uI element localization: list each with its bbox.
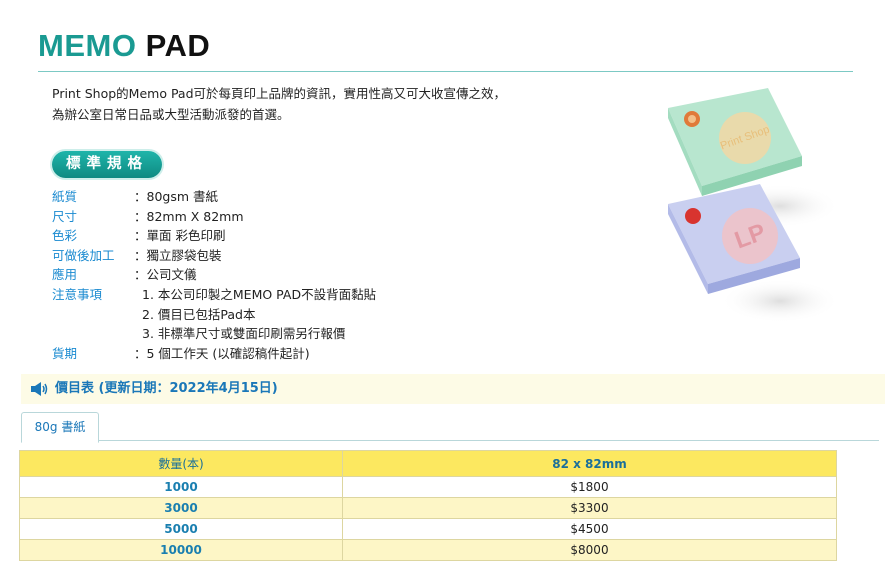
quantity-cell: 5000 <box>19 518 343 540</box>
spec-badge: 標準規格 <box>52 151 162 178</box>
spec-value: 3. 非標準尺寸或雙面印刷需另行報價 <box>142 326 346 342</box>
spec-value: ：單面 彩色印刷 <box>134 228 226 244</box>
spec-value: ：82mm X 82mm <box>134 208 244 224</box>
header-size: 82 x 82mm <box>342 450 837 477</box>
intro-line-1: Print Shop的Memo Pad可於每頁印上品牌的資訊，實用性高又可大收宣… <box>52 86 507 101</box>
quantity-cell: 1000 <box>19 476 343 498</box>
spec-label: 尺寸 <box>52 208 78 224</box>
price-cell: $4500 <box>342 518 837 540</box>
quantity-cell: 10000 <box>19 539 343 561</box>
spec-label: 貨期 <box>52 345 78 361</box>
spec-value: ：80gsm 書紙 <box>134 189 219 204</box>
spec-value: 2. 價目已包括Pad本 <box>142 306 256 322</box>
title-divider <box>38 71 853 72</box>
spec-row-usage: 應用 ：公司文儀 <box>52 265 376 285</box>
spec-row-notes-2: 2. 價目已包括Pad本 <box>52 305 376 325</box>
spec-value: ：獨立膠袋包裝 <box>134 247 222 263</box>
price-list-title: 價目表 (更新日期：2022年4月15日) <box>55 381 278 396</box>
table-row: 5000 $4500 <box>19 518 837 540</box>
price-cell: $1800 <box>342 476 837 498</box>
spec-row-leadtime: 貨期 ：5 個工作天 (以確認稿件起計) <box>52 344 376 364</box>
spec-value: ：5 個工作天 (以確認稿件起計) <box>134 345 310 361</box>
spec-label: 色彩 <box>52 228 78 244</box>
spec-label: 應用 <box>52 267 78 283</box>
spec-value: ：公司文儀 <box>134 267 197 283</box>
price-cell: $8000 <box>342 539 837 561</box>
spec-label: 注意事項 <box>52 286 103 302</box>
page-title-memo: MEMO <box>38 28 137 63</box>
spec-label: 可做後加工 <box>52 247 115 263</box>
green-memo-pad: Print Shop <box>668 88 802 196</box>
spec-label <box>52 305 134 325</box>
spec-row-finishing: 可做後加工 ：獨立膠袋包裝 <box>52 246 376 266</box>
spec-row-color: 色彩 ：單面 彩色印刷 <box>52 226 376 246</box>
price-list-header: 價目表 (更新日期：2022年4月15日) <box>21 374 885 404</box>
intro-text: Print Shop的Memo Pad可於每頁印上品牌的資訊，實用性高又可大收宣… <box>52 83 506 125</box>
price-cell: $3300 <box>342 497 837 519</box>
spec-row-notes-3: 3. 非標準尺寸或雙面印刷需另行報價 <box>52 324 376 344</box>
spec-list: 紙質 ：80gsm 書紙 尺寸 ：82mm X 82mm 色彩 ：單面 彩色印刷… <box>52 187 376 363</box>
spec-row-notes: 注意事項 1. 本公司印製之MEMO PAD不設背面黏貼 <box>52 285 376 305</box>
spec-row-paper: 紙質 ：80gsm 書紙 <box>52 187 376 207</box>
tab-80g-paper[interactable]: 80g 書紙 <box>21 412 99 443</box>
speaker-icon <box>31 382 48 396</box>
page-title-pad: PAD <box>145 28 211 63</box>
spec-row-size: 尺寸 ：82mm X 82mm <box>52 207 376 227</box>
quantity-cell: 3000 <box>19 497 343 519</box>
intro-line-2: 為辦公室日常日品或大型活動派發的首選。 <box>52 107 290 122</box>
table-header-row: 數量(本) 82 x 82mm <box>19 450 837 477</box>
header-quantity: 數量(本) <box>19 450 343 477</box>
table-row: 3000 $3300 <box>19 497 837 519</box>
spec-label <box>52 324 134 344</box>
spec-label: 紙質 <box>52 189 78 204</box>
table-row: 1000 $1800 <box>19 476 837 498</box>
price-table: 數量(本) 82 x 82mm 1000 $1800 3000 $3300 50… <box>19 450 837 561</box>
page-title: MEMO PAD <box>38 28 210 64</box>
spec-value: 1. 本公司印製之MEMO PAD不設背面黏貼 <box>142 286 377 302</box>
memo-pad-illustration: Print Shop LP <box>668 88 840 323</box>
tab-bar-line <box>21 440 879 441</box>
red-dot-icon <box>685 208 701 224</box>
table-row: 10000 $8000 <box>19 539 837 561</box>
